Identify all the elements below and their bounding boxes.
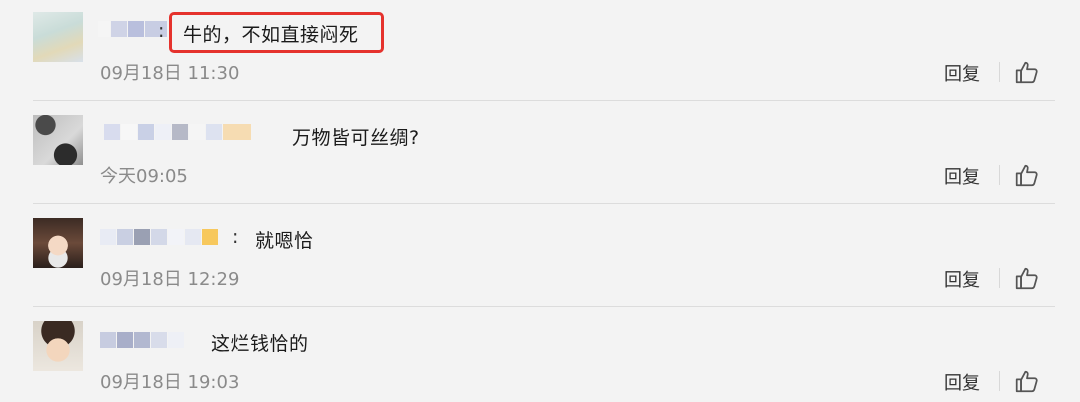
mosaic-block [100,332,116,348]
mosaic-block [100,229,116,245]
action-divider [999,165,1000,185]
action-divider [999,371,1000,391]
name-colon: : [232,226,239,248]
mosaic-block [117,332,133,348]
mosaic-block [134,229,150,245]
author-name-mosaic[interactable] [100,224,219,250]
author-name-mosaic[interactable] [104,119,252,145]
row-divider [33,306,1055,307]
comment-text: 这烂钱恰的 [211,333,309,355]
comment-time: 09月18日 12:29 [100,269,240,290]
thumbs-up-icon [1015,370,1038,393]
comment-item: 万物皆可丝绸? 今天09:05 回复 [0,103,1080,206]
comment-text: 牛的，不如直接闷死 [183,24,359,46]
mosaic-block [128,21,144,37]
mosaic-block [189,124,205,140]
reply-button[interactable]: 回复 [944,369,980,395]
mosaic-block [206,124,222,140]
mosaic-block [172,124,188,140]
comment-item: : 就嗯恰 09月18日 12:29 回复 [0,206,1080,309]
comment-item: : 牛的，不如直接闷死 09月18日 11:30 回复 [0,0,1080,103]
like-button[interactable] [1014,368,1040,394]
mosaic-block [151,332,167,348]
mosaic-block [168,229,184,245]
thumbs-up-icon [1015,267,1038,290]
comment-time: 今天09:05 [100,166,188,187]
action-divider [999,62,1000,82]
reply-button[interactable]: 回复 [944,266,980,292]
like-button[interactable] [1014,162,1040,188]
thumbs-up-icon [1015,61,1038,84]
mosaic-block [202,229,218,245]
mosaic-block [223,124,251,140]
comment-item: 这烂钱恰的 09月18日 19:03 回复 [0,309,1080,402]
mosaic-block [117,229,133,245]
mosaic-block [155,124,171,140]
mosaic-block [134,332,150,348]
mosaic-block [138,124,154,140]
mosaic-block [151,229,167,245]
comment-time: 09月18日 19:03 [100,372,240,393]
like-button[interactable] [1014,59,1040,85]
avatar[interactable] [33,218,83,268]
name-colon: : [158,20,165,42]
like-button[interactable] [1014,265,1040,291]
mosaic-block [104,124,120,140]
mosaic-block [168,332,184,348]
comment-text: 就嗯恰 [255,230,314,252]
author-name-mosaic[interactable] [100,327,185,353]
mosaic-block [98,21,110,37]
comment-text: 万物皆可丝绸? [292,127,420,149]
avatar[interactable] [33,12,83,62]
mosaic-block [121,124,137,140]
row-divider [33,203,1055,204]
reply-button[interactable]: 回复 [944,163,980,189]
thumbs-up-icon [1015,164,1038,187]
row-divider [33,100,1055,101]
mosaic-block [111,21,127,37]
comment-list: : 牛的，不如直接闷死 09月18日 11:30 回复 万物皆可丝绸? 今天09… [0,0,1080,402]
mosaic-block [185,229,201,245]
avatar[interactable] [33,321,83,371]
comment-time: 09月18日 11:30 [100,63,240,84]
action-divider [999,268,1000,288]
reply-button[interactable]: 回复 [944,60,980,86]
avatar[interactable] [33,115,83,165]
